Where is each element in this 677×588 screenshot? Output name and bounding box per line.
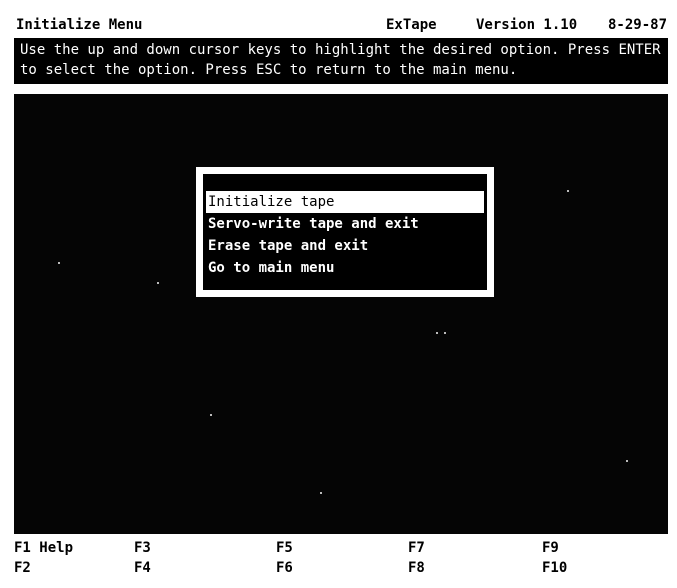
instructions-line-2: to select the option. Press ESC to retur… xyxy=(20,62,518,78)
screen-noise-dot xyxy=(210,414,212,416)
screen-noise-dot xyxy=(626,460,628,462)
f6-key[interactable]: F6 xyxy=(276,558,293,578)
f9-key[interactable]: F9 xyxy=(542,538,559,558)
f1-help-key[interactable]: F1 Help xyxy=(14,538,73,558)
f10-key[interactable]: F10 xyxy=(542,558,567,578)
screen-noise-dot xyxy=(436,332,438,334)
page-title: Initialize Menu xyxy=(16,17,143,33)
screen-noise-dot xyxy=(320,492,322,494)
title-bar: Initialize Menu ExTape Version 1.10 8-29… xyxy=(16,14,668,36)
menu-item-main-menu[interactable]: Go to main menu xyxy=(206,257,484,279)
f8-key[interactable]: F8 xyxy=(408,558,425,578)
f7-key[interactable]: F7 xyxy=(408,538,425,558)
instructions-panel: Use the up and down cursor keys to highl… xyxy=(14,38,668,84)
menu-item-servo-write-tape[interactable]: Servo-write tape and exit xyxy=(206,213,484,235)
menu-item-erase-tape[interactable]: Erase tape and exit xyxy=(206,235,484,257)
initialize-menu-dialog: Initialize tape Servo-write tape and exi… xyxy=(196,167,494,297)
f3-key[interactable]: F3 xyxy=(134,538,151,558)
work-area: Initialize tape Servo-write tape and exi… xyxy=(14,94,668,534)
version-label: Version 1.10 xyxy=(476,17,578,33)
instructions-line-1: Use the up and down cursor keys to highl… xyxy=(20,42,661,58)
screen-noise-dot xyxy=(444,332,446,334)
screen-noise-dot xyxy=(157,282,159,284)
f2-key[interactable]: F2 xyxy=(14,558,31,578)
function-key-bar: F1 Help F2 F3 F4 F5 F6 F7 F8 F9 F10 xyxy=(14,538,668,582)
screen-noise-dot xyxy=(58,262,60,264)
menu-item-initialize-tape[interactable]: Initialize tape xyxy=(206,191,484,213)
menu-list: Initialize tape Servo-write tape and exi… xyxy=(201,172,489,292)
f4-key[interactable]: F4 xyxy=(134,558,151,578)
f5-key[interactable]: F5 xyxy=(276,538,293,558)
app-name: ExTape xyxy=(386,17,437,33)
screen-noise-dot xyxy=(567,190,569,192)
date-label: 8-29-87 xyxy=(608,17,668,33)
